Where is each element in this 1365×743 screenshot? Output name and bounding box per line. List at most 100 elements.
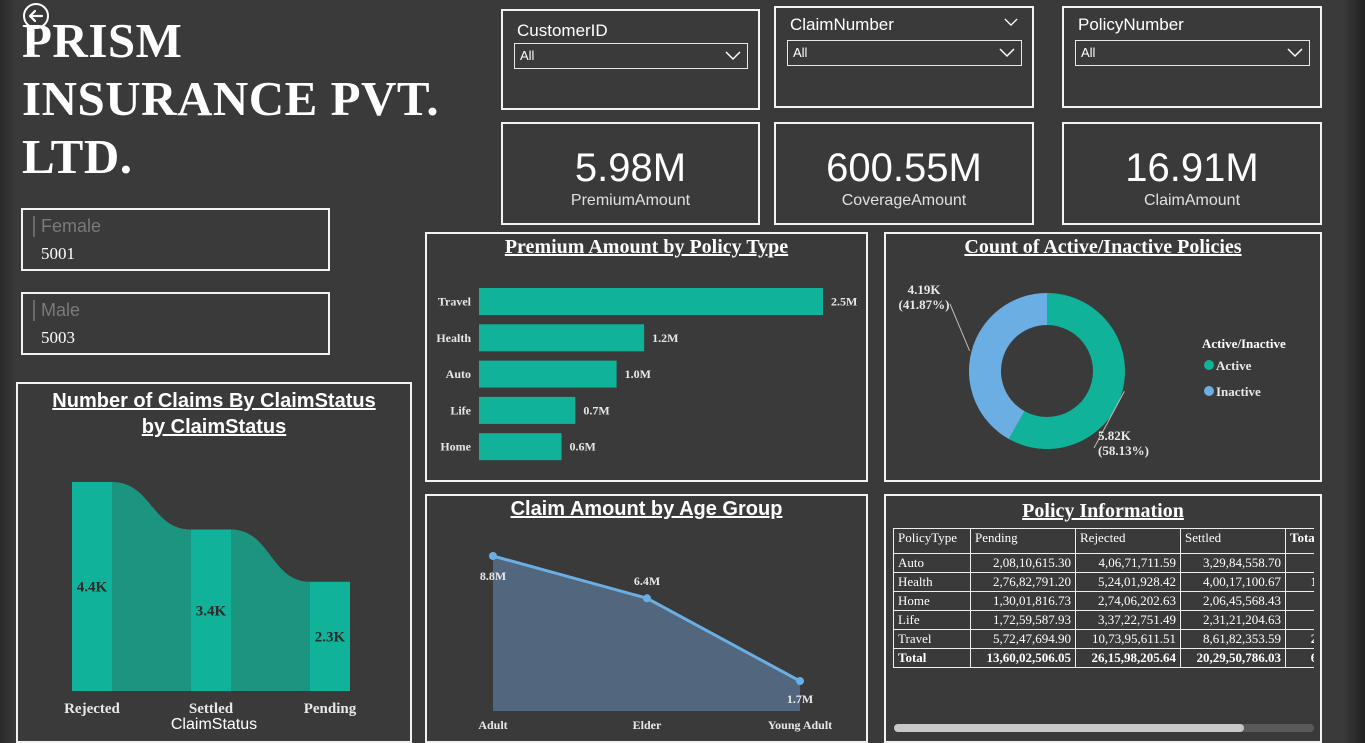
table-cell: Total [893, 648, 971, 668]
ribbon-connector [112, 482, 191, 691]
male-value: 5003 [41, 328, 75, 347]
legend-title: Active/Inactive [1202, 336, 1286, 351]
data-label: 2.3K [315, 629, 346, 645]
percent-label: (41.87%) [899, 297, 950, 312]
chart-title: Policy Information [1022, 500, 1184, 522]
table-cell: Life [893, 610, 971, 630]
x-axis-title: ClaimStatus [170, 716, 258, 733]
y-tick-label: Life [450, 403, 471, 417]
legend-marker [1204, 386, 1214, 396]
legend-label: Active [1216, 358, 1252, 373]
left-edge-shadow [0, 0, 16, 743]
table-cell: 12,01 [1285, 572, 1314, 592]
table-viewport[interactable]: PolicyTypePendingRejectedSettledTotalAut… [893, 528, 1314, 678]
leader-line [949, 303, 971, 351]
table-cell: 4,06,71,711.59 [1075, 553, 1181, 573]
y-tick-label: Health [436, 331, 471, 345]
data-label: 0.7M [583, 403, 609, 417]
bar-auto [479, 360, 617, 388]
male-card[interactable]: Male 5003 [21, 292, 330, 355]
horizontal-scrollbar[interactable] [894, 724, 1314, 732]
policy-number-dropdown[interactable]: All [1075, 40, 1310, 66]
table-row: Health 2,76,82,791.20 5,24,01,928.42 4,00,1… [893, 572, 1314, 592]
legend-label: Inactive [1216, 384, 1261, 399]
column-header[interactable]: PolicyType [893, 528, 971, 554]
slicer-title: ClaimNumber [790, 15, 894, 34]
x-tick-label: Adult [478, 718, 507, 732]
column-header[interactable]: Pending [970, 528, 1076, 554]
data-point [489, 552, 497, 560]
table-header-row: PolicyTypePendingRejectedSettledTotal [893, 528, 1314, 554]
chevron-down-icon [999, 48, 1015, 58]
y-tick-label: Auto [446, 367, 471, 381]
title-line: PRISM [22, 13, 183, 68]
chevron-down-icon [1287, 48, 1303, 58]
table-cell: 2,74,06,202.63 [1075, 591, 1181, 611]
male-label: Male [33, 300, 80, 321]
scrollbar-thumb[interactable] [894, 724, 1244, 732]
female-label: Female [33, 216, 101, 237]
claim-number-slicer[interactable]: ClaimNumber All [774, 6, 1034, 108]
table-cell: 8,61,82,353.59 [1180, 629, 1286, 649]
chevron-down-icon[interactable] [1004, 18, 1018, 27]
column-header[interactable]: Settled [1180, 528, 1286, 554]
data-point [796, 677, 804, 686]
percent-label: (58.13%) [1098, 443, 1149, 458]
x-tick-label: Elder [633, 718, 662, 732]
bar-travel [479, 288, 823, 315]
bar-health [479, 324, 645, 352]
customer-id-slicer[interactable]: CustomerID All [501, 9, 760, 110]
y-tick-label: Travel [438, 295, 472, 309]
table-total-row: Total 13,60,02,506.05 26,15,98,205.64 20,29… [893, 648, 1314, 668]
claim-by-age-chart[interactable]: Claim Amount by Age Group 8.8M Adult 6.4M E… [425, 494, 868, 743]
column-header[interactable]: Total [1285, 528, 1314, 554]
table-cell: 26,15,98,205.64 [1075, 648, 1181, 668]
column-header[interactable]: Rejected [1075, 528, 1181, 554]
right-edge-scrollbar[interactable] [1343, 0, 1365, 743]
claim-number-dropdown[interactable]: All [787, 40, 1022, 66]
table-cell: 7,41 [1285, 610, 1314, 630]
table-cell: 3,29,84,558.70 [1180, 553, 1286, 573]
claims-plot: 4.4K Rejected 3.4K Settled 2.3K Pending [64, 482, 357, 717]
kpi-label: CoverageAmount [841, 192, 967, 209]
female-card[interactable]: Female 5001 [21, 208, 330, 271]
data-label: 6.4M [634, 574, 660, 588]
data-label: 5.82K [1098, 428, 1132, 443]
bar-home [479, 433, 562, 461]
table-cell: Home [893, 591, 971, 611]
x-tick-label: Settled [189, 701, 234, 717]
table-row: Home 1,30,01,816.73 2,74,06,202.63 2,06,45,… [893, 591, 1314, 611]
table-cell: 2,08,10,615.30 [970, 553, 1076, 573]
policy-number-slicer[interactable]: PolicyNumber All [1062, 6, 1322, 108]
premium-by-policy-chart[interactable]: Premium Amount by Policy Type Travel 2.5M… [425, 232, 868, 482]
slicer-title: CustomerID [517, 21, 608, 40]
claims-by-status-chart[interactable]: Number of Claims By ClaimStatus by Claim… [16, 382, 412, 743]
table-cell: 20,29,50,786.03 [1180, 648, 1286, 668]
active-inactive-chart[interactable]: Count of Active/Inactive Policies 5.82K(… [884, 232, 1322, 482]
table-cell: 60,05 [1285, 648, 1314, 668]
coverage-kpi-card[interactable]: 600.55M CoverageAmount [774, 122, 1034, 225]
data-label: 1.7M [787, 692, 813, 706]
kpi-value: 5.98M [574, 146, 687, 190]
table-cell: Travel [893, 629, 971, 649]
table-cell: 1,30,01,816.73 [970, 591, 1076, 611]
policy-information-table[interactable]: Policy Information PolicyType Pending Reje… [884, 494, 1322, 743]
legend-marker [1204, 360, 1214, 370]
dropdown-value: All [1081, 45, 1096, 60]
y-tick-label: Home [440, 440, 471, 454]
female-value: 5001 [41, 244, 75, 263]
table-cell: 4,00,17,100.67 [1180, 572, 1286, 592]
table-cell: Auto [893, 553, 971, 573]
kpi-label: PremiumAmount [570, 192, 691, 209]
kpi-value: 16.91M [1125, 146, 1259, 190]
x-tick-label: Pending [304, 701, 357, 717]
company-title: PRISM INSURANCE PVT. LTD. [22, 12, 482, 186]
customer-id-dropdown[interactable]: All [514, 43, 748, 69]
table-cell: 2,31,21,204.63 [1180, 610, 1286, 630]
chevron-down-icon [725, 51, 741, 61]
table-cell: 6,10 [1285, 591, 1314, 611]
claim-kpi-card[interactable]: 16.91M ClaimAmount [1062, 122, 1322, 225]
title-line: LTD. [22, 129, 133, 184]
premium-kpi-card[interactable]: 5.98M PremiumAmount [501, 122, 760, 225]
donut-plot: 5.82K(58.13%) 4.19K(41.87%) Active Inactive [899, 282, 1261, 458]
